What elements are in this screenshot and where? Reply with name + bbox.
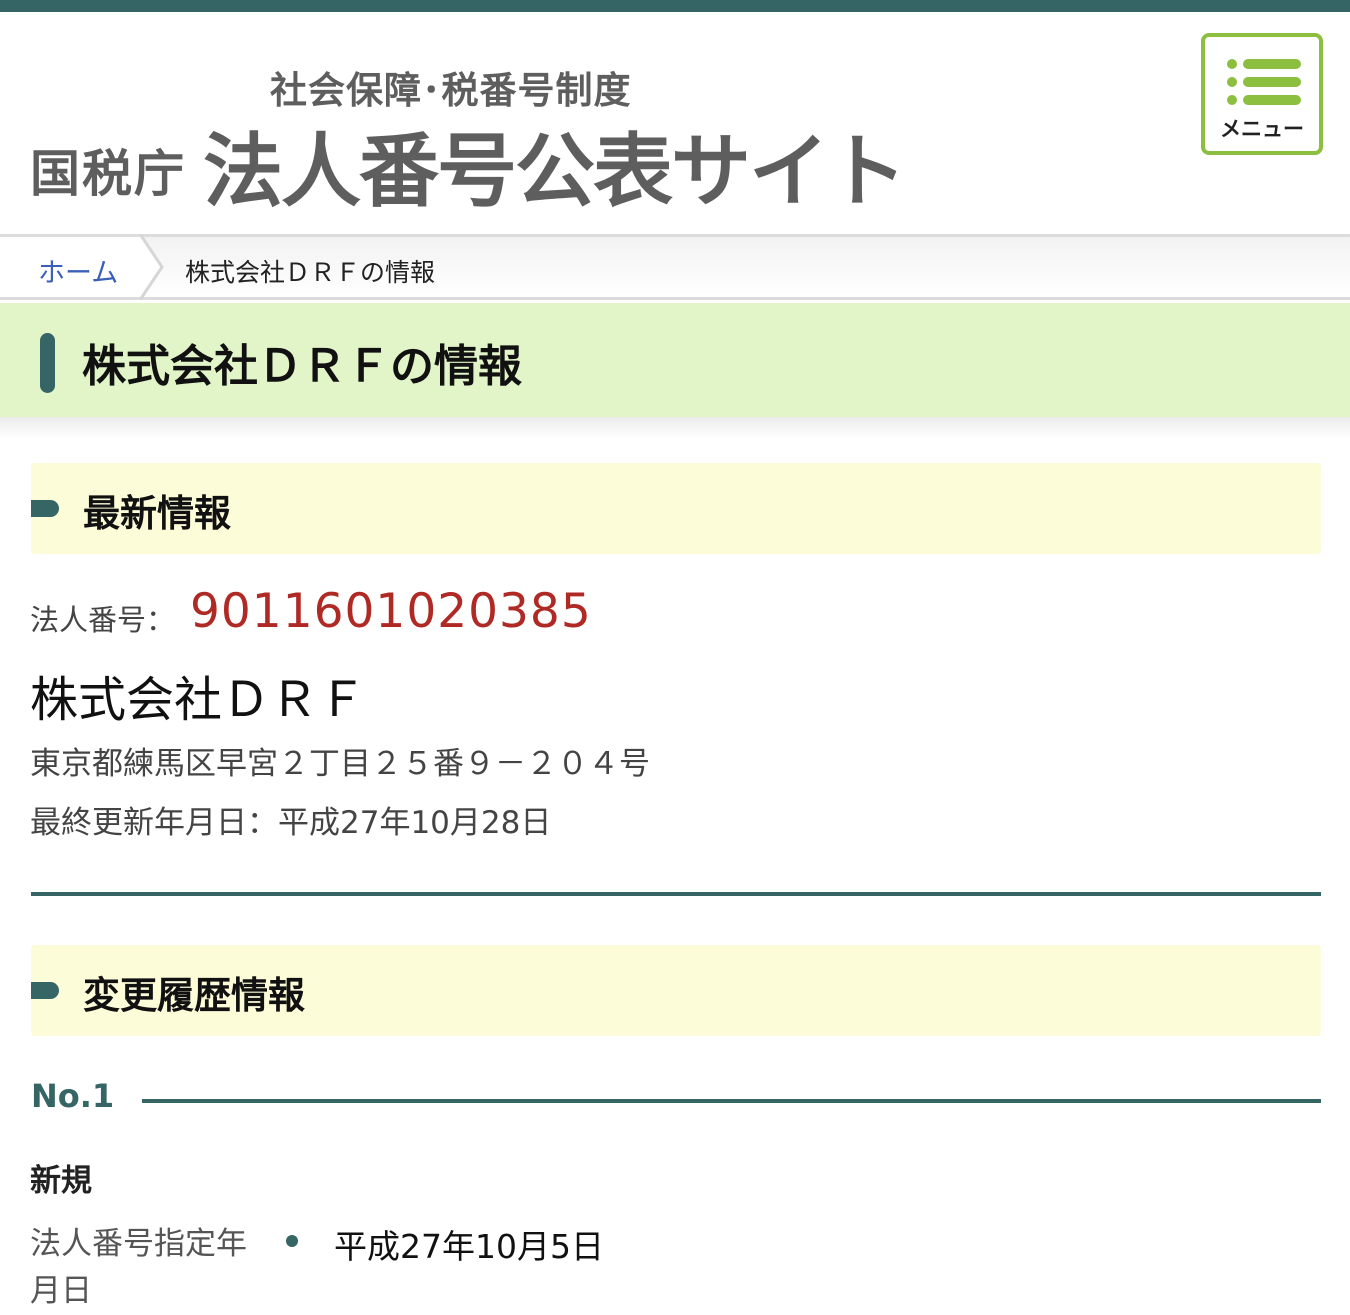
menu-button-label: メニュー [1220,117,1304,141]
page-title-band: 株式会社ＤＲＦの情報 [0,303,1350,417]
page-title: 株式会社ＤＲＦの情報 [82,341,522,392]
corporate-number-value: 9011601020385 [190,584,592,639]
history-header: 変更履歴情報 [31,945,1321,1036]
bullet-dot-icon [286,1235,298,1247]
history-entry-rule [142,1099,1321,1103]
title-marker [40,333,55,393]
top-accent-bar [0,0,1350,12]
hamburger-list-icon [1227,59,1301,69]
history-date-label: 法人番号指定年月日 [30,1226,247,1309]
agency-name[interactable]: 国税庁 [30,134,186,206]
menu-button[interactable]: メニュー [1201,33,1323,155]
section-marker [31,982,59,999]
history-date-value: 平成27年10月5日 [334,1227,604,1266]
breadcrumb-home-item: ホーム [0,237,142,297]
last-updated: 最終更新年月日：平成27年10月28日 [30,805,552,841]
corporate-number-label: 法人番号： [30,603,176,637]
history-entry-kind: 新規 [30,1163,92,1199]
site-subtitle: 社会保障･税番号制度 [270,69,632,112]
breadcrumb-current: 株式会社ＤＲＦの情報 [185,258,436,287]
chevron-right-icon [140,234,164,300]
history-entry-number: No.1 [31,1077,115,1115]
breadcrumb: ホーム 株式会社ＤＲＦの情報 [0,234,1350,300]
site-header: 社会保障･税番号制度 国税庁 法人番号公表サイト メニュー [0,12,1350,234]
section-marker [31,500,59,517]
latest-info-header: 最新情報 [31,463,1321,554]
corporation-address: 東京都練馬区早宮２丁目２５番９－２０４号 [30,746,650,782]
latest-info-heading: 最新情報 [83,492,231,535]
history-heading: 変更履歴情報 [83,974,305,1017]
title-shadow [0,417,1350,439]
section-divider [31,892,1321,896]
breadcrumb-home-link[interactable]: ホーム [38,251,118,290]
site-title[interactable]: 法人番号公表サイト [203,107,907,223]
corporation-name: 株式会社ＤＲＦ [30,672,367,728]
